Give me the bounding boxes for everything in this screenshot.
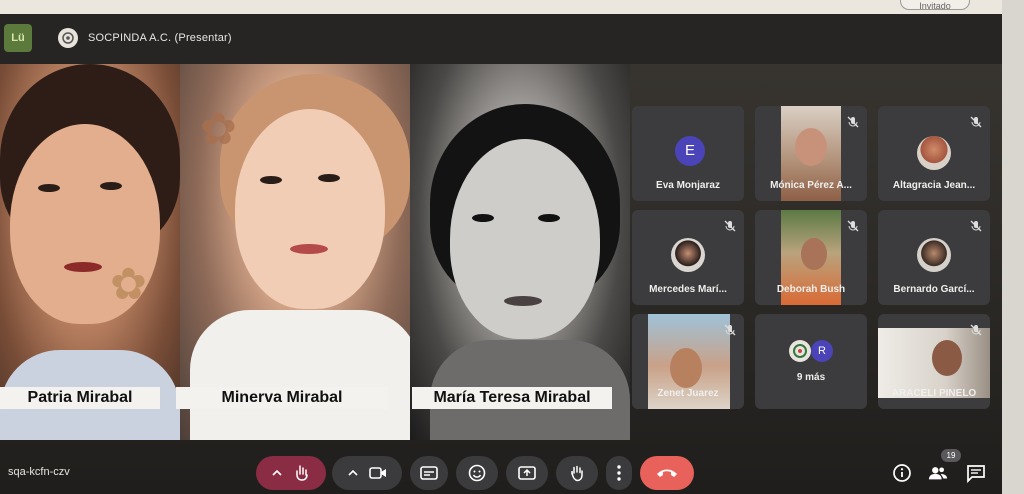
info-icon[interactable] <box>892 463 912 483</box>
mic-off-icon <box>847 116 859 128</box>
participant-tile[interactable]: Zenet Juarez <box>632 314 744 409</box>
participant-name: Altagracia Jean... <box>892 180 976 191</box>
participant-name: Mónica Pérez A... <box>770 180 852 191</box>
meeting-title: SOCPINDA A.C. (Presentar) <box>88 32 232 44</box>
butterfly-decoration: ✿ <box>110 260 147 309</box>
chevron-up-icon <box>348 469 358 476</box>
hand-cursor-icon <box>296 465 308 481</box>
captions-icon <box>420 466 438 480</box>
mic-off-icon <box>970 116 982 128</box>
portrait-maria-teresa <box>410 64 630 440</box>
hand-icon <box>571 465 583 482</box>
participant-name: Bernardo Garcí... <box>893 284 975 295</box>
screen-bezel <box>1002 0 1024 494</box>
presenter-logo-icon <box>59 29 77 47</box>
more-participants-tile[interactable]: R 9 más <box>755 314 867 409</box>
meeting-window: Invitado Lü SOCPINDA A.C. (Presentar) ✿ <box>0 0 1024 494</box>
camera-icon <box>369 467 386 479</box>
avatar <box>789 340 811 362</box>
browser-strip: Invitado <box>0 0 1024 14</box>
participant-face <box>795 128 827 166</box>
participant-face <box>670 348 702 388</box>
more-options-button[interactable] <box>606 456 632 490</box>
portrait-patria: ✿ <box>0 64 190 440</box>
avatar <box>671 238 705 272</box>
captions-button[interactable] <box>410 456 448 490</box>
mic-off-icon <box>724 220 736 232</box>
present-screen-button[interactable] <box>506 456 548 490</box>
invite-pill[interactable]: Invitado <box>900 0 970 11</box>
participant-tile[interactable]: Mónica Pérez A... <box>755 106 867 201</box>
name-label-maria-teresa: María Teresa Mirabal <box>412 387 612 409</box>
avatar: E <box>675 136 705 166</box>
participant-name: ARACELI PINELO <box>891 388 977 399</box>
avatar <box>917 136 951 170</box>
avatar: R <box>811 340 833 362</box>
people-icon[interactable] <box>928 463 948 483</box>
butterfly-decoration: ✿ <box>200 105 237 154</box>
avatar <box>917 238 951 272</box>
participant-tile[interactable]: Mercedes Marí... <box>632 210 744 305</box>
end-call-button[interactable] <box>640 456 694 490</box>
app-logo: Lü <box>4 24 32 52</box>
participant-tile[interactable]: Bernardo Garcí... <box>878 210 990 305</box>
participant-name: Mercedes Marí... <box>649 284 727 295</box>
presenter-avatar <box>58 28 78 48</box>
participant-name: Zenet Juarez <box>657 388 719 399</box>
chevron-up-icon <box>272 469 282 476</box>
reactions-button[interactable] <box>456 456 498 490</box>
name-label-minerva: Minerva Mirabal <box>176 387 388 409</box>
hang-up-icon <box>657 469 677 477</box>
participant-tile[interactable]: Deborah Bush <box>755 210 867 305</box>
camera-options-button[interactable] <box>332 456 402 490</box>
mic-off-icon <box>847 220 859 232</box>
more-vert-icon <box>617 465 621 481</box>
participant-tile[interactable]: Altagracia Jean... <box>878 106 990 201</box>
portrait-minerva: ✿ <box>180 64 420 440</box>
raise-hand-toggle[interactable] <box>256 456 326 490</box>
emoji-icon <box>468 464 486 482</box>
meeting-header: Lü SOCPINDA A.C. (Presentar) <box>0 14 1002 64</box>
raise-hand-button[interactable] <box>556 456 598 490</box>
participant-face <box>801 238 827 270</box>
participant-tile[interactable]: ARACELI PINELO <box>878 314 990 409</box>
participant-face <box>932 340 962 376</box>
chat-icon[interactable] <box>966 463 986 483</box>
participant-name: Deborah Bush <box>776 284 846 295</box>
participant-count-badge: 19 <box>941 449 961 462</box>
mic-off-icon <box>970 220 982 232</box>
more-count-label: 9 más <box>796 372 826 383</box>
present-screen-icon <box>518 466 536 480</box>
mic-off-icon <box>724 324 736 336</box>
mic-off-icon <box>970 324 982 336</box>
name-label-patria: Patria Mirabal <box>0 387 160 409</box>
meeting-code: sqa-kcfn-czv <box>8 466 70 478</box>
shared-presentation: ✿ ✿ Patria Mirabal Minerva Mirabal María… <box>0 64 630 440</box>
participant-name: Eva Monjaraz <box>656 180 720 191</box>
logo-icon <box>790 341 810 361</box>
participant-tile[interactable]: E Eva Monjaraz <box>632 106 744 201</box>
